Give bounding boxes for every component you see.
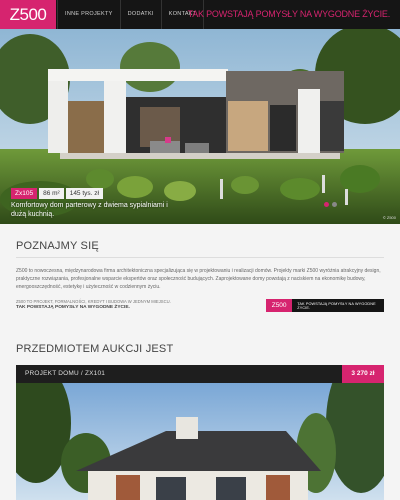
auction-price: 3 270 zł: [342, 365, 384, 383]
header-tagline: TAK POWSTAJĄ POMYSŁY NA WYGODNE ŻYCIE.: [187, 9, 391, 19]
about-paragraph: Z500 to nowoczesna, międzynarodowa firma…: [16, 268, 381, 290]
project-description: Komfortowy dom parterowy z dwiema sypial…: [11, 202, 168, 218]
slider-dot-2[interactable]: [332, 202, 337, 207]
slider-dot-1[interactable]: [324, 202, 329, 207]
auction-header-bar: PROJEKT DOMU / ZX101 3 270 zł: [16, 365, 384, 383]
project-area-badge: 86 m²: [39, 188, 64, 199]
main-nav: INNE PROJEKTY DODATKI KONTAKT: [57, 0, 205, 29]
about-section-title: POZNAJMY SIĘ: [16, 240, 99, 252]
auction-section-title: PRZEDMIOTEM AUKCJI JEST: [16, 343, 174, 355]
project-code-badge: Zx105: [11, 188, 38, 199]
about-summary: Z500 TO PROJEKT, FORMALNOŚCI, KREDYT I B…: [16, 299, 216, 311]
top-navigation-bar: Z500 INNE PROJEKTY DODATKI KONTAKT TAK P…: [0, 0, 400, 29]
about-summary-line: Z500 TO PROJEKT, FORMALNOŚCI, KREDYT I B…: [16, 299, 171, 304]
auction-project-label: PROJEKT DOMU / ZX101: [25, 370, 106, 377]
promo-logo: Z500: [266, 299, 293, 312]
nav-item-inne-projekty[interactable]: INNE PROJEKTY: [57, 0, 121, 29]
project-price-badge: 145 tys. zł: [65, 188, 103, 199]
about-summary-bold: TAK POWSTAJĄ POMYSŁY NA WYGODNE ŻYCIE.: [16, 305, 130, 310]
promo-banner[interactable]: Z500 TAK POWSTAJĄ POMYSŁY NA WYGODNE ŻYC…: [266, 299, 384, 312]
auction-house-image[interactable]: [16, 383, 384, 500]
hero-slider[interactable]: Zx105 86 m² 145 tys. zł Komfortowy dom p…: [0, 29, 400, 224]
promo-tagline: TAK POWSTAJĄ POMYSŁY NA WYGODNE ŻYCIE.: [297, 301, 376, 310]
nav-item-dodatki[interactable]: DODATKI: [121, 0, 162, 29]
brand-logo[interactable]: Z500: [0, 0, 56, 29]
slider-pagination: [324, 202, 337, 207]
about-divider: [16, 257, 384, 258]
hero-copyright: © Z500: [382, 215, 396, 220]
project-badges: Zx105 86 m² 145 tys. zł: [11, 188, 103, 199]
auction-house-illustration: [16, 383, 384, 500]
